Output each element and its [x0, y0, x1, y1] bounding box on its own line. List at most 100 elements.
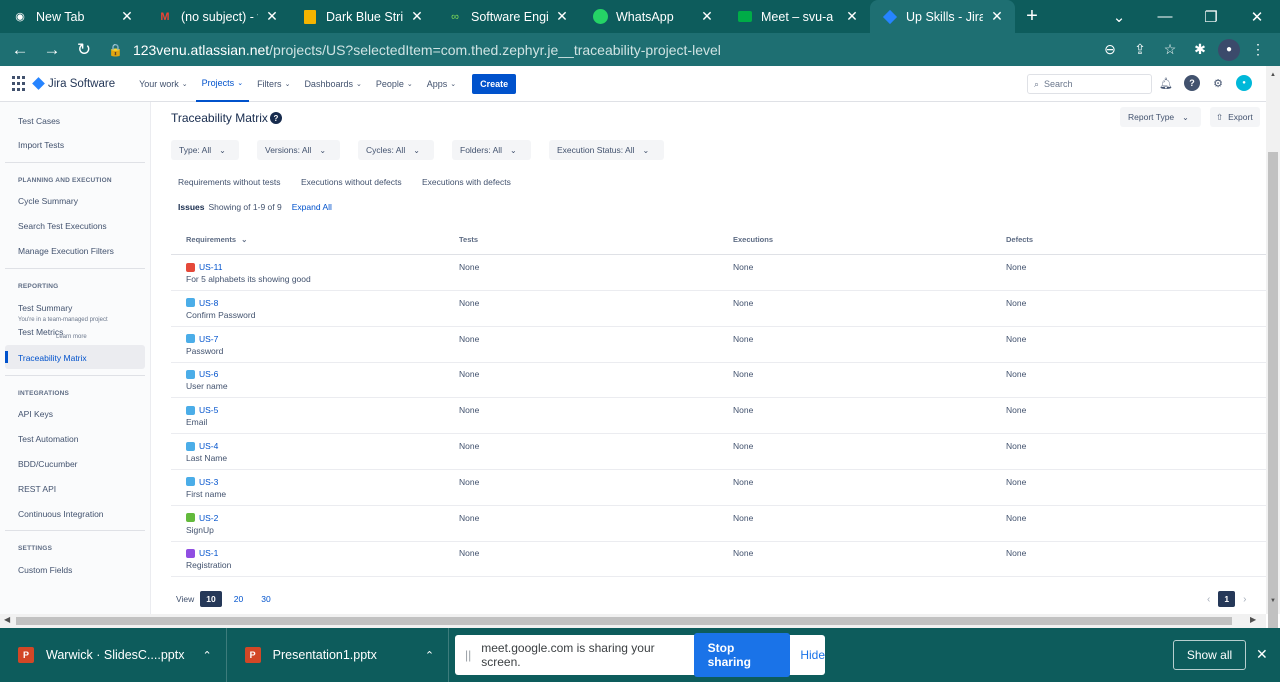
- zoom-icon[interactable]: ⊖: [1098, 38, 1122, 62]
- issue-key-link[interactable]: US-8: [186, 298, 218, 308]
- sidebar-item-cycle-summary[interactable]: Cycle Summary: [18, 196, 78, 206]
- tab-whatsapp[interactable]: WhatsApp ✕: [580, 0, 725, 33]
- issue-key-link[interactable]: US-2: [186, 513, 218, 523]
- tab-jira[interactable]: Up Skills - Jira ✕: [870, 0, 1015, 33]
- horizontal-scrollbar[interactable]: ◀ ▶: [0, 614, 1266, 628]
- help-icon[interactable]: ?: [1184, 75, 1200, 91]
- forward-icon[interactable]: →: [36, 36, 68, 64]
- download-item[interactable]: P Presentation1.pptx ⌃: [227, 628, 450, 682]
- page-size-30[interactable]: 30: [255, 591, 276, 607]
- close-icon[interactable]: ✕: [989, 8, 1005, 25]
- more-menu-icon[interactable]: ⋮: [1246, 38, 1270, 62]
- nav-filters[interactable]: Filters ⌄: [251, 66, 296, 102]
- filter-folders[interactable]: Folders: All ⌄: [452, 140, 531, 160]
- stop-sharing-button[interactable]: Stop sharing: [693, 633, 791, 677]
- show-all-button[interactable]: Show all: [1173, 640, 1246, 670]
- learn-more-link[interactable]: Learn more: [56, 334, 87, 340]
- issue-key-link[interactable]: US-5: [186, 405, 218, 415]
- filter-versions[interactable]: Versions: All ⌄: [257, 140, 340, 160]
- close-icon[interactable]: ✕: [119, 8, 135, 25]
- lock-icon[interactable]: 🔒: [108, 43, 123, 57]
- issue-key-link[interactable]: US-1: [186, 548, 218, 558]
- issue-key-link[interactable]: US-3: [186, 477, 218, 487]
- app-switcher-icon[interactable]: [12, 75, 28, 92]
- sidebar-item-search-test-executions[interactable]: Search Test Executions: [18, 221, 107, 231]
- new-tab-button[interactable]: +: [1015, 0, 1049, 33]
- reload-icon[interactable]: ↻: [68, 36, 100, 64]
- scrollbar-thumb[interactable]: [1268, 152, 1278, 646]
- back-icon[interactable]: ←: [4, 36, 36, 64]
- filter-execution-status[interactable]: Execution Status: All ⌄: [549, 140, 664, 160]
- report-type-dropdown[interactable]: Report Type ⌄: [1120, 107, 1201, 127]
- issue-key-link[interactable]: US-7: [186, 334, 218, 344]
- page-size-20[interactable]: 20: [228, 591, 249, 607]
- tab-gmail[interactable]: M (no subject) - ven ✕: [145, 0, 290, 33]
- close-icon[interactable]: ✕: [844, 8, 860, 25]
- chevron-left-icon[interactable]: ‹: [1207, 594, 1210, 605]
- filter-type[interactable]: Type: All ⌄: [171, 140, 239, 160]
- download-item[interactable]: P Warwick · SlidesC....pptx ⌃: [0, 628, 227, 682]
- nav-dashboards[interactable]: Dashboards ⌄: [298, 66, 367, 102]
- tab-new-tab[interactable]: ◉ New Tab ✕: [0, 0, 145, 33]
- restore-icon[interactable]: ❐: [1188, 0, 1234, 33]
- issue-key-link[interactable]: US-6: [186, 369, 218, 379]
- sidebar-item-rest-api[interactable]: REST API: [18, 484, 56, 494]
- create-button[interactable]: Create: [472, 73, 517, 94]
- scroll-left-icon[interactable]: ◀: [4, 615, 10, 624]
- sidebar-item-continuous-integration[interactable]: Continuous Integration: [18, 509, 104, 519]
- drag-handle-icon[interactable]: ||: [465, 648, 471, 662]
- notifications-icon[interactable]: 🔔︎: [1158, 75, 1174, 91]
- chevron-up-icon[interactable]: ⌃: [425, 649, 434, 662]
- nav-apps[interactable]: Apps ⌄: [421, 66, 462, 102]
- scroll-up-icon[interactable]: ▲: [1270, 72, 1276, 78]
- share-icon[interactable]: ⇪: [1128, 38, 1152, 62]
- sidebar-item-manage-execution-filters[interactable]: Manage Execution Filters: [18, 246, 114, 256]
- search-input[interactable]: ⌕ Search: [1027, 74, 1152, 94]
- tab-meet[interactable]: Meet – svu-a ✕: [725, 0, 870, 33]
- scroll-down-icon[interactable]: ▼: [1270, 598, 1276, 604]
- close-window-icon[interactable]: ✕: [1234, 0, 1280, 33]
- quick-executions-with-defects[interactable]: Executions with defects: [422, 177, 511, 187]
- sidebar-item-custom-fields[interactable]: Custom Fields: [18, 565, 72, 575]
- nav-your-work[interactable]: Your work ⌄: [133, 66, 194, 102]
- close-icon[interactable]: ✕: [1256, 646, 1268, 663]
- page-size-10[interactable]: 10: [200, 591, 222, 607]
- issue-key-link[interactable]: US-4: [186, 441, 218, 451]
- chevron-right-icon[interactable]: ›: [1243, 594, 1246, 605]
- tab-search-icon[interactable]: ⌄: [1096, 0, 1142, 33]
- expand-all-link[interactable]: Expand All: [292, 202, 332, 212]
- export-button[interactable]: ⇧ Export: [1210, 107, 1260, 127]
- extensions-icon[interactable]: ✱: [1188, 38, 1212, 62]
- close-icon[interactable]: ✕: [264, 8, 280, 25]
- sidebar-item-test-cases[interactable]: Test Cases: [18, 116, 60, 126]
- tab-software-engineer[interactable]: ∞ Software Enginee ✕: [435, 0, 580, 33]
- tab-slides[interactable]: Dark Blue Stripes ✕: [290, 0, 435, 33]
- close-icon[interactable]: ✕: [699, 8, 715, 25]
- sidebar-item-import-tests[interactable]: Import Tests: [18, 140, 64, 150]
- chevron-up-icon[interactable]: ⌃: [202, 649, 211, 662]
- close-icon[interactable]: ✕: [554, 8, 570, 25]
- help-icon[interactable]: ?: [269, 112, 282, 124]
- scroll-right-icon[interactable]: ▶: [1250, 615, 1256, 624]
- filter-cycles[interactable]: Cycles: All ⌄: [358, 140, 434, 160]
- url-field[interactable]: 🔒 123venu.atlassian.net/projects/US?sele…: [108, 42, 1098, 58]
- nav-projects[interactable]: Projects ⌄: [195, 66, 250, 102]
- profile-avatar[interactable]: ●: [1218, 38, 1240, 61]
- hide-button[interactable]: Hide: [800, 648, 825, 662]
- sidebar-item-test-automation[interactable]: Test Automation: [18, 434, 78, 444]
- quick-executions-without-defects[interactable]: Executions without defects: [301, 177, 402, 187]
- sidebar-item-test-summary[interactable]: Test Summary: [18, 303, 72, 313]
- nav-people[interactable]: People ⌄: [370, 66, 419, 102]
- current-page[interactable]: 1: [1218, 591, 1236, 607]
- quick-requirements-without-tests[interactable]: Requirements without tests: [178, 177, 281, 187]
- issue-key-link[interactable]: US-11: [186, 262, 222, 272]
- user-avatar[interactable]: ●: [1236, 75, 1252, 91]
- scrollbar-thumb[interactable]: [16, 617, 1232, 625]
- jira-logo[interactable]: Jira Software: [32, 77, 115, 90]
- minimize-icon[interactable]: —: [1142, 0, 1188, 33]
- close-icon[interactable]: ✕: [409, 8, 425, 25]
- bookmark-star-icon[interactable]: ☆: [1158, 38, 1182, 62]
- column-header-requirements[interactable]: Requirements ⌄: [186, 235, 247, 244]
- sidebar-item-bdd-cucumber[interactable]: BDD/Cucumber: [18, 459, 78, 469]
- settings-gear-icon[interactable]: ⚙: [1210, 75, 1226, 91]
